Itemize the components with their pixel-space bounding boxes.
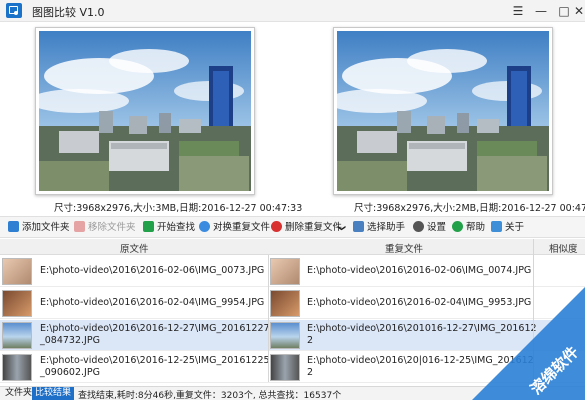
- original-file-path: E:\photo-video\2016\2016-02-04\IMG_9954.…: [40, 297, 265, 308]
- portrait-thumbnail: [270, 290, 300, 317]
- city-skyline-photo: [337, 31, 549, 191]
- about-button[interactable]: 关于: [491, 220, 524, 236]
- tab-folders[interactable]: 文件夹: [2, 387, 35, 400]
- preview-area: 尺寸:3968x2976,大小:3MB,日期:2016-12-27 00:47:…: [0, 22, 585, 215]
- add-folder-button[interactable]: 添加文件夹: [8, 220, 70, 236]
- help-button[interactable]: 帮助: [452, 220, 485, 236]
- tab-compare-results[interactable]: 比较结果: [32, 387, 75, 400]
- settings-button[interactable]: 设置: [413, 220, 446, 236]
- table-header: 原文件 重复文件 相似度: [0, 239, 585, 255]
- remove-folder-button[interactable]: 移除文件夹: [74, 220, 136, 236]
- column-divider: [268, 255, 269, 382]
- original-image-info: 尺寸:3968x2976,大小:3MB,日期:2016-12-27 00:47:…: [54, 203, 303, 214]
- duplicate-preview-image[interactable]: [333, 27, 553, 195]
- image-compare-icon: [6, 3, 22, 18]
- city-thumbnail: [270, 322, 300, 349]
- city-thumbnail: [2, 322, 32, 349]
- select-helper-button[interactable]: 选择助手: [353, 220, 405, 236]
- swap-icon: [199, 221, 210, 232]
- search-icon: [143, 221, 154, 232]
- title-bar: 图图比较 V1.0 ☰ — □ ✕: [0, 0, 585, 22]
- column-duplicate-file[interactable]: 重复文件: [385, 241, 423, 255]
- original-file-path: E:\photo-video\2016\2016-12-27\IMG_20161…: [40, 323, 270, 346]
- folder-icon: [8, 221, 19, 232]
- baby-thumbnail: [270, 258, 300, 285]
- baby-thumbnail: [2, 258, 32, 285]
- trash-icon: [74, 221, 85, 232]
- watermark-badge: 溶绵软件: [472, 287, 585, 400]
- original-file-path: E:\photo-video\2016\2016-12-25\IMG_20161…: [40, 355, 270, 378]
- column-original-file[interactable]: 原文件: [120, 241, 149, 255]
- city-skyline-photo: [39, 31, 251, 191]
- street-thumbnail: [2, 354, 32, 381]
- duplicate-image-info: 尺寸:3968x2976,大小:2MB,日期:2016-12-27 00:47:…: [354, 203, 585, 214]
- window-title: 图图比较 V1.0: [32, 6, 105, 19]
- swap-duplicates-button[interactable]: 对换重复文件: [199, 220, 270, 236]
- status-message: 查找结束,耗时:8分46秒,重复文件：3203个, 总共查找：16537个: [78, 391, 342, 400]
- gear-icon: [413, 221, 424, 232]
- start-search-button[interactable]: 开始查找: [143, 220, 195, 236]
- original-preview-image[interactable]: [35, 27, 255, 195]
- delete-duplicates-button[interactable]: 删除重复文件: [271, 220, 342, 236]
- column-similarity[interactable]: 相似度: [549, 241, 578, 255]
- watermark-triangle: [472, 287, 585, 400]
- portrait-thumbnail: [2, 290, 32, 317]
- original-file-path: E:\photo-video\2016\2016-02-06\IMG_0073.…: [40, 265, 265, 276]
- help-icon: [452, 221, 463, 232]
- close-icon[interactable]: ✕: [566, 0, 585, 22]
- street-thumbnail: [270, 354, 300, 381]
- delete-icon: [271, 221, 282, 232]
- picture-icon: [491, 221, 502, 232]
- list-check-icon: [353, 221, 364, 232]
- chevron-down-icon[interactable]: ❯: [333, 225, 349, 232]
- toolbar: 添加文件夹 移除文件夹 开始查找 对换重复文件 删除重复文件 ❯ 选择助手 设置…: [0, 216, 585, 238]
